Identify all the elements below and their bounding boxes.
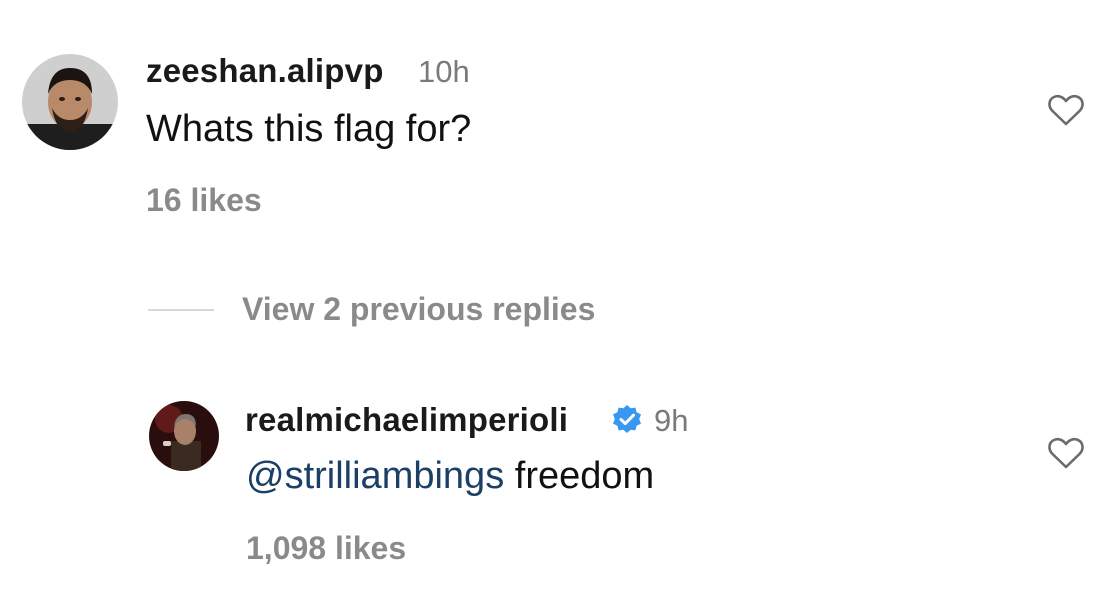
commenter-avatar[interactable]: [22, 54, 118, 150]
replies-divider: [148, 309, 214, 311]
reply-like-count[interactable]: 1,098 likes: [246, 530, 406, 567]
reply-timestamp: 9h: [654, 403, 689, 438]
reply-author-username[interactable]: realmichaelimperioli: [245, 401, 568, 439]
comment-like-count[interactable]: 16 likes: [146, 182, 262, 219]
view-previous-replies-button[interactable]: View 2 previous replies: [242, 291, 595, 328]
comment-text: Whats this flag for?: [146, 108, 472, 150]
reply-text: @strilliambings freedom: [246, 455, 654, 498]
comment-timestamp: 10h: [418, 54, 470, 89]
reply-message: freedom: [504, 455, 655, 497]
reply-mention-link[interactable]: @strilliambings: [246, 455, 504, 497]
verified-badge-icon: [611, 404, 643, 436]
commenter-username[interactable]: zeeshan.alipvp: [146, 52, 384, 90]
reply-author-avatar[interactable]: [149, 401, 219, 471]
heart-outline-icon[interactable]: [1047, 93, 1085, 127]
reply-author-avatar-image: [149, 401, 219, 471]
heart-outline-icon[interactable]: [1047, 436, 1085, 470]
commenter-avatar-image: [22, 54, 118, 150]
